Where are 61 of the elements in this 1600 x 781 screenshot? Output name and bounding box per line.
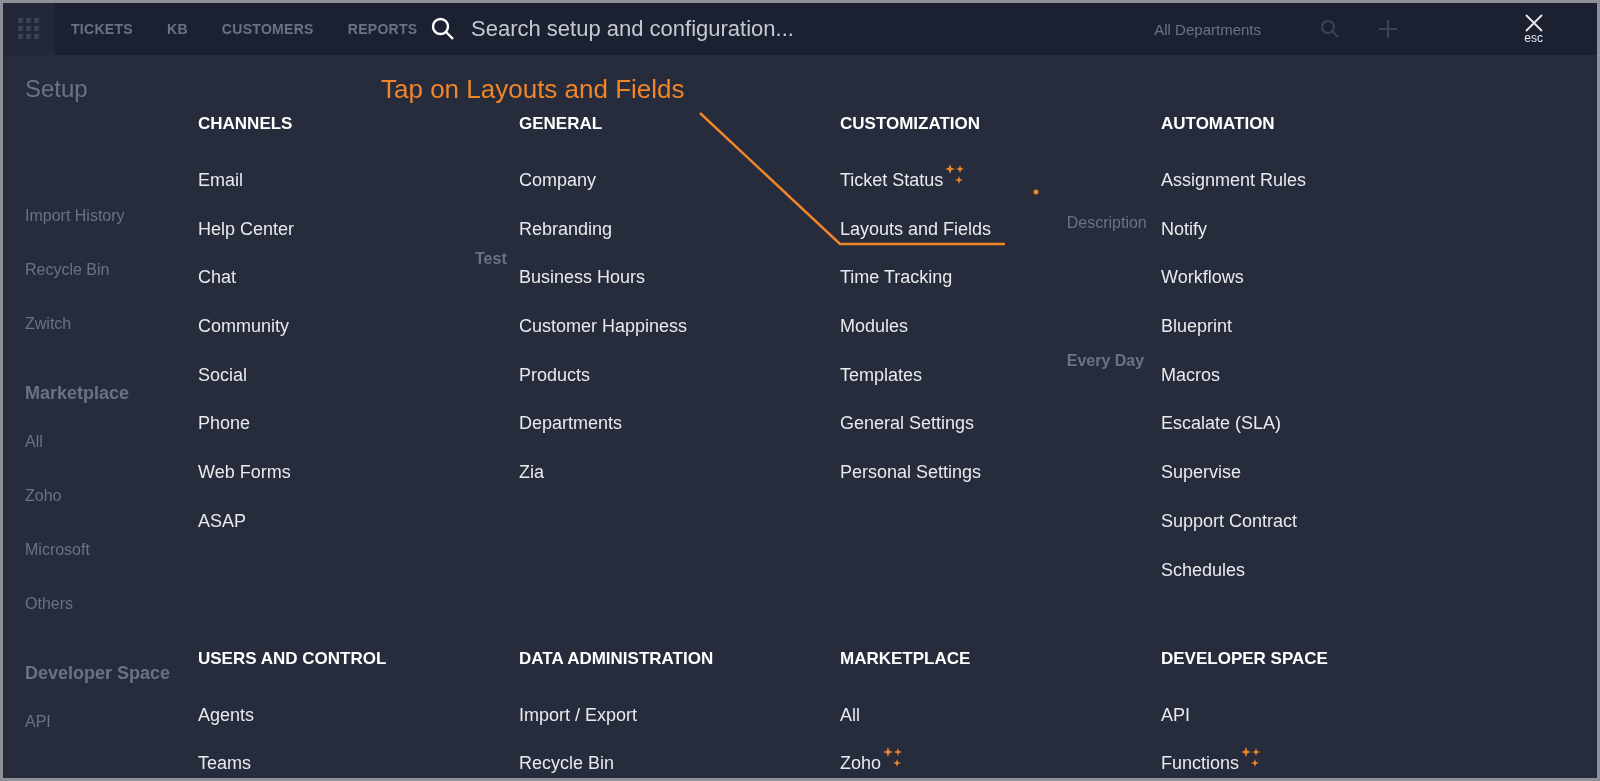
marker-dot xyxy=(1033,189,1039,195)
menu-link[interactable]: Layouts and Fields xyxy=(840,216,992,241)
section-heading: USERS AND CONTROL xyxy=(198,647,387,670)
section-heading: DATA ADMINISTRATION xyxy=(519,647,714,670)
app-grid-icon[interactable] xyxy=(18,18,40,40)
menu-link[interactable]: Agents xyxy=(198,702,255,727)
menu-link[interactable]: Rebranding xyxy=(519,216,613,241)
menu-link[interactable]: Community xyxy=(198,314,290,339)
menu-link[interactable]: Blueprint xyxy=(1161,314,1233,339)
close-button[interactable]: esc xyxy=(1524,14,1543,44)
section-heading: GENERAL xyxy=(519,113,603,135)
menu-link[interactable]: Email xyxy=(198,168,243,192)
menu-link[interactable]: Phone xyxy=(198,411,251,436)
menu-link[interactable]: Ticket Status xyxy=(840,168,944,192)
menu-link[interactable]: Templates xyxy=(840,362,923,387)
annotation-text: Tap on Layouts and Fields xyxy=(381,74,685,105)
menu-link[interactable]: Teams xyxy=(198,751,251,776)
plus-icon[interactable] xyxy=(1379,20,1397,38)
menu-link[interactable]: Personal Settings xyxy=(840,460,982,485)
menu-link[interactable]: Supervise xyxy=(1161,460,1242,485)
menu-link[interactable]: ASAP xyxy=(198,508,247,533)
menu-link[interactable]: Web Forms xyxy=(198,460,291,485)
section-heading: AUTOMATION xyxy=(1161,113,1275,135)
field-value: Test xyxy=(475,250,507,268)
menu-link[interactable]: Social xyxy=(198,362,248,387)
section-heading: MARKETPLACE xyxy=(840,647,971,670)
page-title: Setup xyxy=(25,75,88,103)
menu-link[interactable]: Chat xyxy=(198,265,237,290)
menu-link[interactable]: Functions xyxy=(1161,751,1240,776)
menu-link[interactable]: Help Center xyxy=(198,216,295,241)
field-value: Every Day xyxy=(1066,352,1146,370)
menu-link[interactable]: Schedules xyxy=(1161,557,1246,582)
section-heading: DEVELOPER SPACE xyxy=(1161,647,1328,670)
menu-link[interactable]: Import / Export xyxy=(519,702,638,727)
field-label: Description xyxy=(1066,214,1147,232)
menu-link[interactable]: Business Hours xyxy=(519,265,646,290)
menu-link[interactable]: Company xyxy=(519,168,597,192)
section-heading: CHANNELS xyxy=(198,113,293,135)
menu-link[interactable]: Departments xyxy=(519,411,623,436)
sidebar-heading: Marketplace xyxy=(25,383,130,405)
menu-link[interactable]: Support Contract xyxy=(1161,508,1298,533)
menu-link[interactable]: All xyxy=(840,702,860,727)
search-icon xyxy=(431,17,455,41)
menu-link[interactable]: Products xyxy=(519,362,591,387)
menu-link[interactable]: Macros xyxy=(1161,362,1220,387)
menu-link[interactable]: Notify xyxy=(1161,216,1207,241)
menu-link[interactable]: Workflows xyxy=(1161,265,1244,290)
menu-link[interactable]: General Settings xyxy=(840,411,975,436)
menu-link[interactable]: Customer Happiness xyxy=(519,314,688,339)
menu-link[interactable]: Time Tracking xyxy=(840,265,953,290)
menu-link[interactable]: Modules xyxy=(840,314,909,339)
menu-link[interactable]: Recycle Bin xyxy=(519,751,615,776)
search-icon[interactable] xyxy=(1321,20,1339,38)
sidebar-heading: Developer Space xyxy=(25,663,171,685)
menu-link[interactable]: Zoho xyxy=(840,751,882,776)
search-field[interactable]: Search setup and configuration... xyxy=(431,16,794,42)
menu-link[interactable]: Assignment Rules xyxy=(1161,168,1307,192)
section-heading: CUSTOMIZATION xyxy=(840,113,981,135)
menu-link[interactable]: Zia xyxy=(519,460,544,485)
menu-link[interactable]: API xyxy=(1161,702,1190,727)
menu-link[interactable]: Escalate (SLA) xyxy=(1161,411,1282,436)
